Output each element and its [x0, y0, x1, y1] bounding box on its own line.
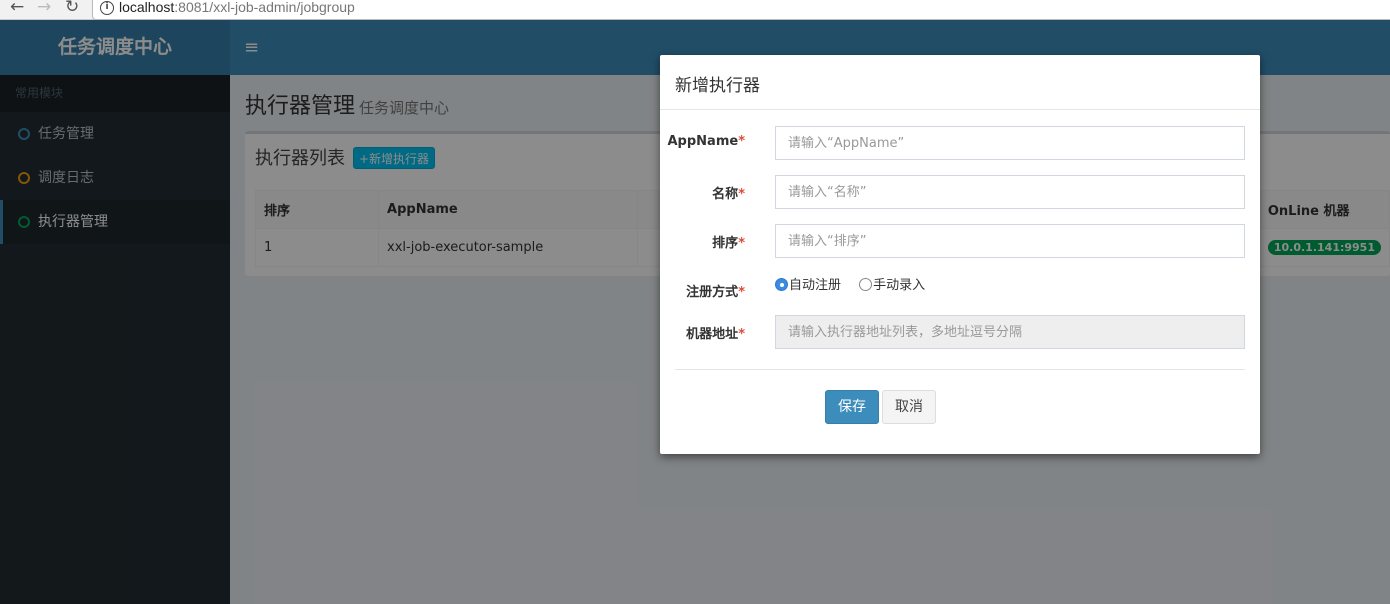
address-label-text: 机器地址	[686, 327, 739, 342]
required-mark: *	[738, 327, 745, 342]
back-icon[interactable]: ←	[10, 0, 24, 16]
form-row-register-type: 注册方式* 自动注册 手动录入	[660, 274, 1260, 308]
info-icon[interactable]: i	[100, 1, 114, 15]
appname-label: AppName*	[668, 134, 746, 149]
register-type-radio-group: 自动注册 手动录入	[775, 274, 939, 294]
register-type-label-text: 注册方式	[686, 285, 739, 300]
form-row-address: 机器地址*	[660, 315, 1260, 349]
address-bar[interactable]: i localhost:8081/xxl-job-admin/jobgroup	[92, 0, 1390, 20]
forward-icon[interactable]: →	[37, 0, 51, 16]
required-mark: *	[738, 236, 745, 251]
order-label: 排序*	[712, 232, 745, 251]
radio-auto-register[interactable]	[775, 278, 788, 291]
form-row-appname: AppName*	[660, 126, 1260, 160]
name-label-text: 名称	[712, 187, 739, 202]
url-text: localhost:8081/xxl-job-admin/jobgroup	[119, 0, 355, 15]
radio-label[interactable]: 自动注册	[789, 278, 841, 293]
url-host: localhost	[119, 0, 175, 15]
name-input[interactable]	[775, 175, 1245, 209]
order-label-text: 排序	[712, 236, 739, 251]
form-row-order: 排序*	[660, 224, 1260, 258]
address-label: 机器地址*	[686, 323, 745, 342]
save-button[interactable]: 保存	[825, 390, 879, 424]
required-mark: *	[738, 134, 745, 149]
cancel-button[interactable]: 取消	[882, 390, 936, 424]
order-input[interactable]	[775, 224, 1245, 258]
appname-label-text: AppName	[667, 134, 739, 149]
modal-title: 新增执行器	[660, 55, 1260, 110]
appname-input[interactable]	[775, 126, 1245, 160]
reload-icon[interactable]: ↻	[65, 0, 79, 16]
modal-divider	[675, 369, 1245, 370]
required-mark: *	[738, 187, 745, 202]
browser-toolbar: ← → ↻ i localhost:8081/xxl-job-admin/job…	[0, 0, 1390, 20]
address-input[interactable]	[775, 315, 1245, 349]
register-type-label: 注册方式*	[686, 281, 745, 300]
add-executor-modal: 新增执行器 AppName* 名称* 排序* 注册方式* 自动注册 手动录入 机…	[660, 55, 1260, 454]
form-row-name: 名称*	[660, 175, 1260, 209]
url-path: :8081/xxl-job-admin/jobgroup	[174, 0, 355, 15]
radio-label[interactable]: 手动录入	[873, 278, 925, 293]
required-mark: *	[738, 285, 745, 300]
radio-manual-entry[interactable]	[859, 278, 873, 291]
name-label: 名称*	[712, 183, 745, 202]
